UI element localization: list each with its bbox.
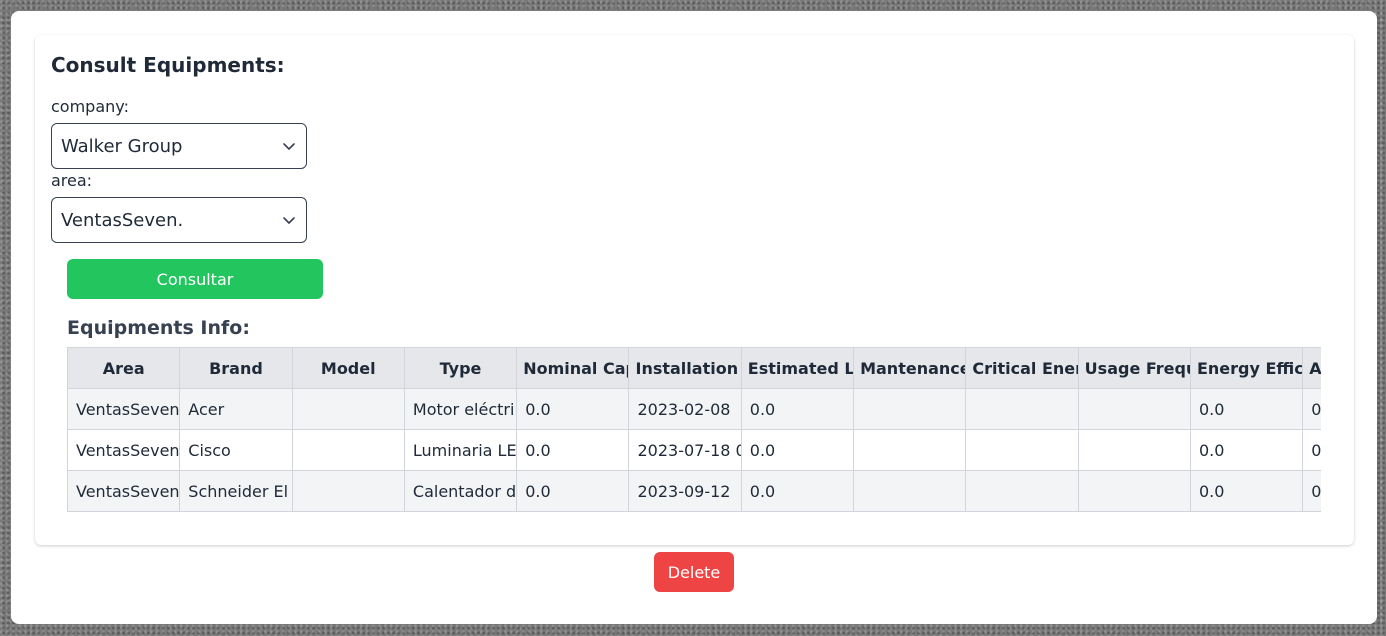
table-header-row: Area Brand Model Type Nominal Cap Instal… [67,347,1321,389]
chevron-down-icon [283,217,295,224]
table-cell [291,388,405,430]
area-select[interactable]: VentasSeven. [51,197,307,243]
table-cell: 2023-02-08 [628,388,742,430]
table-cell: 0.0 [1302,429,1321,471]
table-cell [1077,388,1191,430]
column-header: Area [67,347,181,389]
table-cell [1077,470,1191,512]
company-select-value: Walker Group [61,135,183,157]
company-label: company: [51,97,129,116]
equipments-table-container[interactable]: Area Brand Model Type Nominal Cap Instal… [67,347,1321,513]
column-header: Mantenance [853,347,967,389]
column-header: Average Dai [1302,347,1321,389]
column-header: Energy Effic [1189,347,1304,389]
page-container: Consult Equipments: company: Walker Grou… [11,11,1377,624]
table-cell: 0.0 [516,429,630,471]
table-row: VentasSeven. Schneider El Calentador d 0… [67,470,1321,512]
column-header: Estimated Li [740,347,855,389]
table-cell [853,388,967,430]
page-title: Consult Equipments: [51,53,285,77]
table-cell: 2023-09-12 [628,470,742,512]
table-cell: VentasSeven. [67,470,181,512]
column-header: Brand [179,347,293,389]
table-cell: 0.0 [1189,388,1304,430]
table-cell: 0.0 [516,470,630,512]
table-cell [291,429,405,471]
column-header: Critical Ener [965,347,1079,389]
table-cell: Motor eléctri [403,388,518,430]
table-cell [965,470,1079,512]
area-select-value: VentasSeven. [61,209,184,231]
table-cell [291,470,405,512]
column-header: Type [403,347,518,389]
table-cell [1077,429,1191,471]
table-row: VentasSeven. Acer Motor eléctri 0.0 2023… [67,388,1321,430]
table-cell: Acer [179,388,293,430]
company-select[interactable]: Walker Group [51,123,307,169]
table-cell: 0.0 [740,388,855,430]
table-cell: 0.0 [740,429,855,471]
table-cell [853,470,967,512]
table-cell: VentasSeven. [67,388,181,430]
column-header: Installation D [628,347,742,389]
table-cell: Schneider El [179,470,293,512]
delete-button[interactable]: Delete [654,552,734,592]
table-cell: 0.0 [1189,470,1304,512]
table-cell: 0.0 [516,388,630,430]
column-header: Nominal Cap [516,347,630,389]
table-cell: 0.0 [1189,429,1304,471]
table-cell [965,429,1079,471]
equipments-table: Area Brand Model Type Nominal Cap Instal… [67,347,1321,512]
area-label: area: [51,171,93,190]
column-header: Model [291,347,405,389]
table-cell: Calentador d [403,470,518,512]
table-cell: 2023-07-18 0 [628,429,742,471]
table-cell: 0.0 [740,470,855,512]
table-cell: 0.0 [1302,388,1321,430]
table-cell [853,429,967,471]
column-header: Usage Frequ [1077,347,1191,389]
table-cell [965,388,1079,430]
table-cell: Cisco [179,429,293,471]
consult-card: Consult Equipments: company: Walker Grou… [35,35,1354,545]
equipments-info-title: Equipments Info: [67,317,250,339]
table-cell: 0.0 [1302,470,1321,512]
table-row: VentasSeven. Cisco Luminaria LE 0.0 2023… [67,429,1321,471]
table-cell: VentasSeven. [67,429,181,471]
chevron-down-icon [283,143,295,150]
consultar-button[interactable]: Consultar [67,259,323,299]
table-cell: Luminaria LE [403,429,518,471]
